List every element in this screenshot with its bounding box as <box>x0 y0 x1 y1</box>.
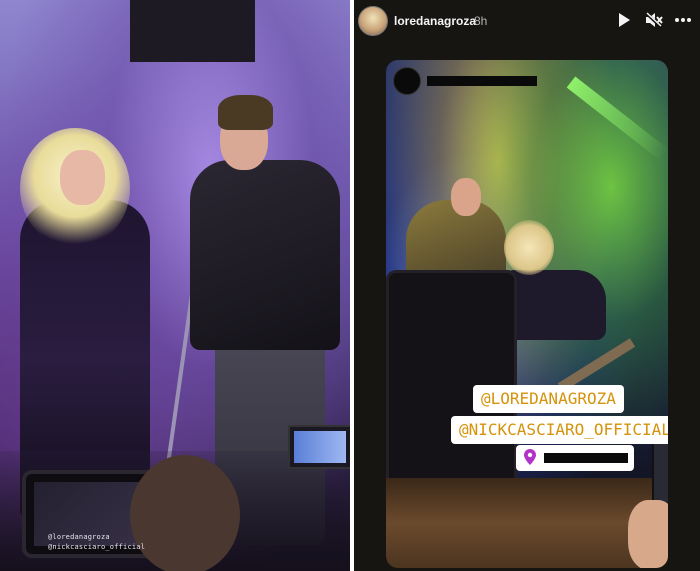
caption-nickcasciaro: @nickcasciaro_official <box>48 543 146 551</box>
stage-floor <box>386 478 668 568</box>
more-icon[interactable] <box>675 12 691 33</box>
story-username[interactable]: loredanagroza <box>394 14 476 28</box>
male-singer-hair <box>218 95 273 130</box>
caption-loredanagroza: @loredanagroza <box>48 533 110 541</box>
audience-phone <box>652 440 668 504</box>
audience-phone-screen <box>294 431 346 463</box>
male-singer-jacket <box>190 160 340 350</box>
story-header: loredanagroza 8h <box>354 0 700 44</box>
male-singer-head <box>451 178 481 216</box>
instagram-story: loredanagroza 8h @LOREDANAGROZA @NICKCAS… <box>354 0 700 571</box>
reposted-story-frame[interactable]: @LOREDANAGROZA @NICKCASCIARO_OFFICIAL <box>386 60 668 568</box>
location-name-redacted <box>544 453 628 463</box>
mute-icon[interactable] <box>644 11 663 33</box>
audience-phone <box>288 425 350 469</box>
mention-tag-nickcasciaro[interactable]: @NICKCASCIARO_OFFICIAL <box>451 416 668 444</box>
audience-hand <box>130 455 240 571</box>
stage-speaker <box>130 0 255 62</box>
reposted-avatar-redacted <box>393 67 421 95</box>
female-singer-hair <box>504 220 554 275</box>
location-pin-icon <box>524 449 536 470</box>
concert-photo-left: @loredanagroza @nickcasciaro_official <box>0 0 350 571</box>
story-timestamp: 8h <box>474 14 488 28</box>
location-tag[interactable] <box>516 445 634 471</box>
audience-hand <box>628 500 668 568</box>
female-singer-face <box>60 150 105 205</box>
avatar[interactable] <box>358 6 388 36</box>
play-icon[interactable] <box>617 12 631 33</box>
mention-tag-loredanagroza[interactable]: @LOREDANAGROZA <box>473 385 624 413</box>
reposted-username-redacted <box>427 76 537 86</box>
